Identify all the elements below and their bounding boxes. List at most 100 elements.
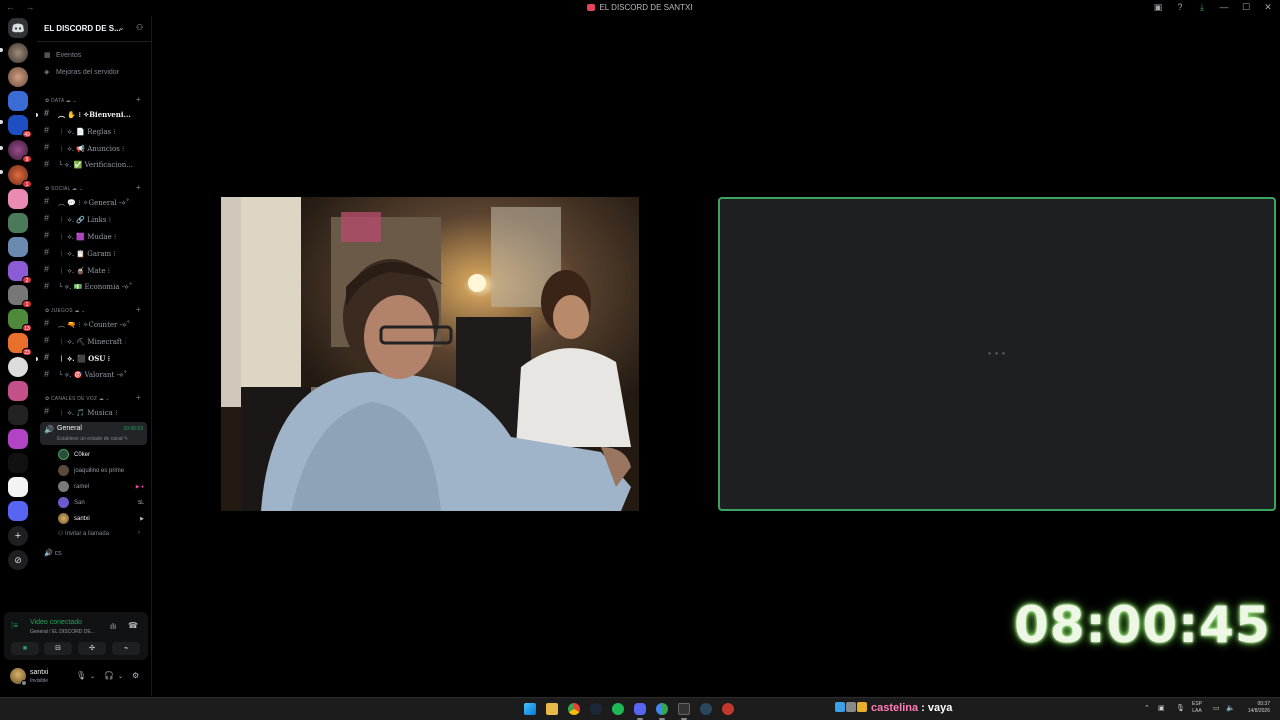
channel-mudae[interactable]: # ︱ ⟡. 🟪 Mudae ⁝ bbox=[44, 230, 150, 244]
minimize-button[interactable]: — bbox=[1218, 2, 1230, 13]
channel-verificacion[interactable]: # ╰ ⟡. ✅ Verificacion... bbox=[44, 159, 150, 173]
language-indicator[interactable]: ESP LAA bbox=[1192, 701, 1202, 715]
channel-counter[interactable]: # ︵ 🔫 ⁝ ✧Counter -⟡˚ bbox=[44, 318, 150, 332]
voice-user[interactable]: San SL bbox=[58, 497, 148, 509]
server-icon[interactable]: 2 bbox=[8, 261, 32, 284]
create-channel-icon[interactable]: + bbox=[136, 393, 141, 402]
category-social[interactable]: ✿ SOCIAL ☁ ⌄ bbox=[45, 186, 83, 192]
channel-general[interactable]: # ︵ 💬 ⁝ ✧General -⟡˚ bbox=[44, 196, 150, 210]
channel-status-input[interactable]: Establece un estado de canal ✎ bbox=[57, 436, 128, 442]
chevron-down-icon[interactable]: ⌄ bbox=[118, 673, 123, 680]
username[interactable]: santxi bbox=[30, 669, 48, 676]
server-icon[interactable] bbox=[8, 43, 28, 63]
tray-app-icon[interactable]: ▣ bbox=[1158, 704, 1165, 712]
activities-button[interactable]: ✣ bbox=[78, 642, 106, 655]
chrome-icon[interactable] bbox=[568, 703, 580, 715]
create-channel-icon[interactable]: + bbox=[136, 183, 141, 192]
disconnect-icon[interactable]: ☎ bbox=[128, 621, 138, 630]
channel-anuncios[interactable]: # ︱ ⟡. 📢 Anuncios ⁝ bbox=[44, 142, 150, 156]
category-juegos[interactable]: ✿ JUEGOS ☁ ⌄ bbox=[45, 308, 86, 314]
server-boost-link[interactable]: ◈ Mejoras del servidor bbox=[44, 68, 119, 76]
server-icon[interactable]: 23 bbox=[8, 333, 32, 356]
server-icon[interactable] bbox=[8, 477, 28, 497]
channel-mate[interactable]: # ︱ ⟡. 🧉 Mate ⁝ bbox=[44, 264, 150, 278]
invite-to-call-link[interactable]: ⚇ Invitar a llamada › bbox=[58, 530, 140, 537]
voice-user[interactable]: C0ker bbox=[58, 449, 148, 461]
category-data[interactable]: ✿ DATA ☁ ⌄ bbox=[45, 98, 77, 104]
server-icon[interactable] bbox=[8, 501, 28, 521]
steam-icon[interactable] bbox=[590, 703, 602, 715]
channel-links[interactable]: # ︱ ⟡. 🔗 Links ⁝ bbox=[44, 213, 150, 227]
server-icon[interactable]: 1 bbox=[8, 285, 32, 308]
server-icon[interactable]: 9 bbox=[8, 140, 32, 163]
add-server-button[interactable]: + bbox=[8, 526, 28, 546]
channel-reglas[interactable]: # ︱ ⟡. 📄 Reglas ⁝ bbox=[44, 125, 150, 139]
connection-status[interactable]: Video conectado bbox=[30, 619, 82, 626]
channel-garam[interactable]: # ︱ ⟡. 📋 Garam ⁝ bbox=[44, 247, 150, 261]
server-icon[interactable]: 13 bbox=[8, 309, 32, 332]
channel-valorant[interactable]: # ╰ ⟡. 🎯 Valorant -⟡˚ bbox=[44, 369, 150, 383]
voice-user[interactable]: ramel ▶ ● bbox=[58, 481, 148, 493]
camera-video-feed[interactable] bbox=[221, 197, 639, 511]
invite-people-icon[interactable]: ⚇ bbox=[136, 23, 143, 32]
server-icon[interactable] bbox=[8, 67, 28, 87]
discord-icon[interactable] bbox=[634, 703, 646, 715]
voice-user[interactable]: santxi ▶ bbox=[58, 513, 148, 525]
server-icon[interactable] bbox=[8, 453, 28, 473]
inbox-icon[interactable]: ▣ bbox=[1152, 2, 1164, 13]
voice-user[interactable]: joaquilino es prime bbox=[58, 465, 148, 477]
microphone-icon[interactable]: 🎙 bbox=[1176, 704, 1185, 712]
terminal-icon[interactable] bbox=[678, 703, 690, 715]
server-icon[interactable] bbox=[8, 357, 28, 377]
maximize-button[interactable]: ☐ bbox=[1240, 2, 1252, 13]
server-icon[interactable] bbox=[8, 189, 28, 209]
chat-separator: : bbox=[918, 702, 928, 714]
voice-channel-cs[interactable]: 🔊 cs bbox=[44, 549, 62, 557]
help-icon[interactable]: ? bbox=[1174, 2, 1186, 13]
windows-start-icon[interactable] bbox=[524, 703, 536, 715]
stream-tile[interactable]: • • • bbox=[718, 197, 1276, 511]
home-button[interactable] bbox=[8, 18, 28, 38]
server-header[interactable]: EL DISCORD DE S... ⌄ ⚇ bbox=[37, 16, 152, 42]
voice-channel-general[interactable]: 🔊 General 10:05:53 Establece un estado d… bbox=[40, 422, 147, 445]
server-icon[interactable]: 1 bbox=[8, 165, 32, 188]
tray-overflow-icon[interactable]: ⌃ bbox=[1144, 704, 1150, 712]
create-channel-icon[interactable]: + bbox=[136, 305, 141, 314]
chevron-down-icon[interactable]: ⌄ bbox=[90, 673, 95, 680]
signal-icon[interactable]: ⁞≡ bbox=[11, 621, 18, 630]
download-icon[interactable]: ⤓ bbox=[1196, 2, 1208, 13]
channel-osu[interactable]: # ︱ ⟡. ⬛ OSU ⁝ bbox=[44, 352, 150, 366]
server-icon[interactable] bbox=[8, 381, 28, 401]
volume-icon[interactable]: 🔈 bbox=[1226, 704, 1235, 712]
app-icon[interactable] bbox=[722, 703, 734, 715]
server-icon[interactable] bbox=[8, 429, 28, 449]
gear-icon[interactable]: ⚙ bbox=[132, 671, 139, 680]
channel-bienvenida[interactable]: # ︵ ✋ ⁝ ✧Bienveni... bbox=[44, 108, 150, 122]
create-channel-icon[interactable]: + bbox=[136, 95, 141, 104]
close-button[interactable]: ✕ bbox=[1262, 2, 1274, 13]
headphones-icon[interactable]: 🎧 bbox=[104, 671, 114, 680]
file-explorer-icon[interactable] bbox=[546, 703, 558, 715]
microphone-icon[interactable]: 🎙 bbox=[76, 671, 86, 680]
events-link[interactable]: ▦ Eventos bbox=[44, 51, 81, 59]
server-icon[interactable] bbox=[8, 237, 28, 257]
system-clock[interactable]: 00:37 14/8/2026 bbox=[1240, 701, 1270, 715]
network-icon[interactable]: ▭ bbox=[1213, 704, 1220, 712]
noise-suppression-icon[interactable]: ılı bbox=[110, 622, 116, 631]
soundboard-button[interactable]: ⌁ bbox=[112, 642, 140, 655]
server-icon[interactable]: 49 bbox=[8, 115, 32, 138]
server-icon[interactable] bbox=[8, 405, 28, 425]
category-voz[interactable]: ✿ CANALES DE VOZ ☁ ⌄ bbox=[45, 396, 110, 402]
channel-musica[interactable]: # ︱ ⟡. 🎵 Musica ⁝ bbox=[44, 406, 150, 420]
spotify-icon[interactable] bbox=[612, 703, 624, 715]
server-icon[interactable] bbox=[8, 213, 28, 233]
server-icon[interactable] bbox=[8, 91, 28, 111]
steam-icon[interactable] bbox=[700, 703, 712, 715]
connection-location[interactable]: General / EL DISCORD DE... bbox=[30, 629, 95, 635]
browser-icon[interactable] bbox=[656, 703, 668, 715]
discover-icon[interactable]: ⊘ bbox=[8, 550, 28, 570]
channel-economia[interactable]: # ╰ ⟡. 💵 Economia -⟡˚ bbox=[44, 281, 150, 295]
channel-minecraft[interactable]: # ︱ ⟡. ⛏ Minecraft ⁝ bbox=[44, 335, 150, 349]
screen-share-button[interactable]: ⊟ bbox=[44, 642, 72, 655]
camera-button[interactable]: ■ bbox=[11, 642, 39, 655]
